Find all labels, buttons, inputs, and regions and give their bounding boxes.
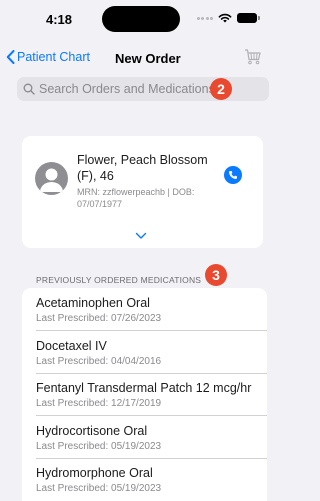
page-title: New Order bbox=[115, 51, 181, 66]
search-input[interactable] bbox=[39, 82, 229, 96]
medication-item[interactable]: Acetaminophen Oral Last Prescribed: 07/2… bbox=[22, 288, 267, 331]
avatar bbox=[35, 162, 68, 195]
dynamic-island bbox=[102, 6, 180, 32]
signal-dots-icon bbox=[196, 16, 213, 20]
medication-last-prescribed: Last Prescribed: 12/17/2019 bbox=[36, 398, 162, 409]
medication-name: Docetaxel IV bbox=[36, 338, 107, 353]
cart-icon bbox=[245, 49, 261, 65]
medication-list: Acetaminophen Oral Last Prescribed: 07/2… bbox=[22, 288, 267, 501]
medication-item[interactable]: Hydromorphone Oral Last Prescribed: 05/1… bbox=[22, 458, 267, 501]
section-header-previous-meds: PREVIOUSLY ORDERED MEDICATIONS bbox=[36, 275, 202, 285]
chevron-left-icon bbox=[6, 50, 15, 64]
medication-item[interactable]: Fentanyl Transdermal Patch 12 mcg/hr Las… bbox=[22, 373, 267, 416]
wifi-icon bbox=[218, 13, 232, 23]
search-icon bbox=[23, 83, 35, 95]
medication-last-prescribed: Last Prescribed: 05/19/2023 bbox=[36, 483, 162, 494]
medication-last-prescribed: Last Prescribed: 07/26/2023 bbox=[36, 313, 162, 324]
patient-mrn-dob: MRN: zzflowerpeachb | DOB: 07/07/1977 bbox=[77, 187, 195, 209]
back-button-label: Patient Chart bbox=[17, 50, 90, 64]
battery-icon bbox=[237, 13, 260, 23]
patient-card: Flower, Peach Blossom (F), 46 MRN: zzflo… bbox=[22, 136, 263, 248]
status-icons bbox=[196, 13, 260, 23]
nav-bar: Patient Chart New Order bbox=[0, 46, 271, 74]
phone-icon bbox=[229, 171, 237, 179]
medication-name: Hydrocortisone Oral bbox=[36, 423, 148, 438]
call-button[interactable] bbox=[224, 166, 242, 184]
medication-name: Hydromorphone Oral bbox=[36, 466, 153, 480]
medication-item[interactable]: Hydrocortisone Oral Last Prescribed: 05/… bbox=[22, 416, 267, 459]
chevron-down-icon bbox=[135, 232, 147, 239]
status-bar: 4:18 bbox=[0, 0, 271, 40]
annotation-badge-2: 2 bbox=[210, 78, 232, 100]
cart-button[interactable] bbox=[244, 48, 262, 71]
medication-name: Fentanyl Transdermal Patch 12 mcg/hr bbox=[36, 381, 252, 395]
medication-item[interactable]: Docetaxel IV Last Prescribed: 04/04/2016 bbox=[22, 331, 267, 374]
patient-name: Flower, Peach Blossom (F), 46 bbox=[77, 153, 208, 183]
back-button[interactable]: Patient Chart bbox=[6, 50, 90, 64]
medication-last-prescribed: Last Prescribed: 04/04/2016 bbox=[36, 355, 162, 367]
annotation-badge-3: 3 bbox=[205, 264, 227, 286]
person-icon bbox=[40, 168, 63, 192]
medication-last-prescribed: Last Prescribed: 05/19/2023 bbox=[36, 440, 162, 452]
expand-card-button[interactable] bbox=[135, 227, 147, 245]
medication-name: Acetaminophen Oral bbox=[36, 296, 150, 310]
status-time: 4:18 bbox=[46, 12, 73, 27]
